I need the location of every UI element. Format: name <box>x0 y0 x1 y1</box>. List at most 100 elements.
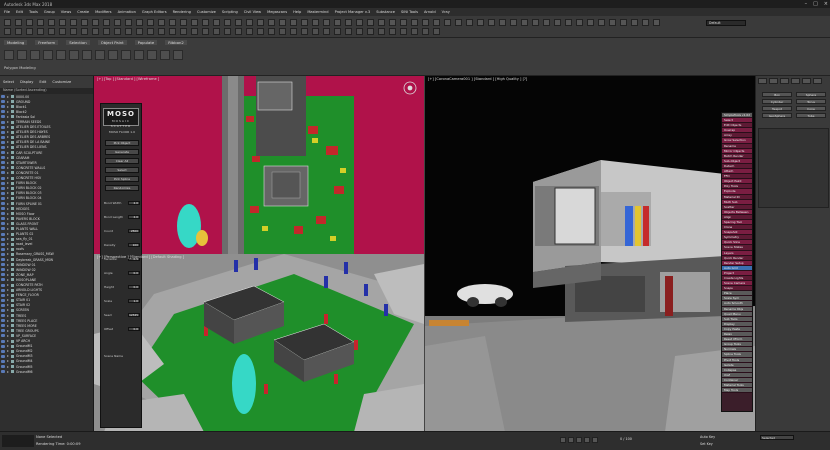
visibility-icon[interactable] <box>1 161 5 165</box>
menu-item[interactable]: Arnold <box>424 10 436 14</box>
visibility-icon[interactable] <box>1 217 5 221</box>
menu-item[interactable]: Tools <box>29 10 38 14</box>
toolbar-button[interactable] <box>356 28 363 35</box>
toolbar-button[interactable] <box>180 19 187 26</box>
expand-icon[interactable] <box>7 299 9 302</box>
moso-param-value[interactable]: 2500 <box>128 228 140 233</box>
viewport-top[interactable]: [+] [Top ] [Standard ] [Wireframe ] <box>94 76 424 254</box>
toolbar-button[interactable] <box>4 28 11 35</box>
toolbar-button[interactable] <box>180 28 187 35</box>
toolbar-button[interactable] <box>609 19 616 26</box>
visibility-icon[interactable] <box>1 308 5 312</box>
toolbar-button[interactable] <box>565 19 572 26</box>
menu-item[interactable]: Modifiers <box>95 10 111 14</box>
expand-icon[interactable] <box>7 243 9 246</box>
command-button[interactable]: Teapot <box>762 106 792 111</box>
menu-item[interactable]: Rendering <box>173 10 191 14</box>
viewport-persp-label[interactable]: [+] [Perspective ] [Standard ] [Default … <box>97 255 184 259</box>
ribbon-button[interactable] <box>95 50 105 60</box>
menu-item[interactable]: File <box>4 10 10 14</box>
menu-item[interactable]: SiNi Tools <box>401 10 418 14</box>
expand-icon[interactable] <box>7 360 9 363</box>
toolbar-button[interactable] <box>202 28 209 35</box>
visibility-icon[interactable] <box>1 110 5 114</box>
visibility-icon[interactable] <box>1 232 5 236</box>
toolbar-button[interactable] <box>323 28 330 35</box>
toolbar-button[interactable] <box>312 19 319 26</box>
menu-item[interactable]: Views <box>61 10 71 14</box>
visibility-icon[interactable] <box>1 339 5 343</box>
visibility-icon[interactable] <box>1 176 5 180</box>
toolbar-button[interactable] <box>598 19 605 26</box>
toolbar-button[interactable] <box>323 19 330 26</box>
toolbar-button[interactable] <box>268 28 275 35</box>
expand-icon[interactable] <box>7 350 9 353</box>
visibility-icon[interactable] <box>1 207 5 211</box>
maximize-icon[interactable]: □ <box>813 0 818 8</box>
expand-icon[interactable] <box>7 202 9 205</box>
visibility-icon[interactable] <box>1 171 5 175</box>
visibility-icon[interactable] <box>1 186 5 190</box>
toolbar-button[interactable] <box>543 19 550 26</box>
toolbar-button[interactable] <box>400 28 407 35</box>
display-icon[interactable] <box>802 78 811 84</box>
expand-icon[interactable] <box>7 278 9 281</box>
visibility-icon[interactable] <box>1 105 5 109</box>
toolbar-button[interactable] <box>345 19 352 26</box>
expand-icon[interactable] <box>7 212 9 215</box>
create-icon[interactable] <box>758 78 767 84</box>
visibility-icon[interactable] <box>1 298 5 302</box>
expand-icon[interactable] <box>7 182 9 185</box>
expand-icon[interactable] <box>7 253 9 256</box>
toolbar-button[interactable] <box>587 19 594 26</box>
play-start-icon[interactable] <box>560 437 566 443</box>
toolbar-button[interactable] <box>48 19 55 26</box>
ribbon-tab[interactable]: Object Paint <box>97 40 127 45</box>
expand-icon[interactable] <box>7 294 9 297</box>
ribbon-tab[interactable]: Modeling <box>4 40 28 45</box>
toolbar-button[interactable] <box>48 28 55 35</box>
expand-icon[interactable] <box>7 319 9 322</box>
menu-item[interactable]: Animation <box>118 10 136 14</box>
menu-item[interactable]: Project Manager v.3 <box>335 10 371 14</box>
menu-item[interactable]: Mastermind <box>307 10 328 14</box>
toolbar-button[interactable] <box>444 19 451 26</box>
ribbon-button[interactable] <box>69 50 79 60</box>
maxscript-listener[interactable] <box>2 435 34 447</box>
expand-icon[interactable] <box>7 284 9 287</box>
ribbon-button[interactable] <box>56 50 66 60</box>
toolbar-button[interactable] <box>433 19 440 26</box>
expand-icon[interactable] <box>7 141 9 144</box>
menu-item[interactable]: Help <box>293 10 301 14</box>
toolbar-button[interactable] <box>389 19 396 26</box>
toolbar-button[interactable] <box>345 28 352 35</box>
expand-icon[interactable] <box>7 248 9 251</box>
ribbon-button[interactable] <box>82 50 92 60</box>
ribbon-button[interactable] <box>4 50 14 60</box>
toolbar-button[interactable] <box>411 28 418 35</box>
toolbar-button[interactable] <box>136 28 143 35</box>
toolbar-button[interactable] <box>15 28 22 35</box>
toolbar-button[interactable] <box>224 19 231 26</box>
visibility-icon[interactable] <box>1 166 5 170</box>
minimize-icon[interactable]: – <box>805 0 808 8</box>
toolbar-button[interactable] <box>642 19 649 26</box>
expand-icon[interactable] <box>7 207 9 210</box>
expand-icon[interactable] <box>7 329 9 332</box>
expand-icon[interactable] <box>7 126 9 129</box>
visibility-icon[interactable] <box>1 191 5 195</box>
visibility-icon[interactable] <box>1 359 5 363</box>
expand-icon[interactable] <box>7 263 9 266</box>
toolbar-button[interactable] <box>466 19 473 26</box>
expand-icon[interactable] <box>7 121 9 124</box>
visibility-icon[interactable] <box>1 263 5 267</box>
toolbar-button[interactable] <box>70 28 77 35</box>
toolbar-button[interactable] <box>620 19 627 26</box>
expand-icon[interactable] <box>7 151 9 154</box>
moso-param-value[interactable]: 2.0 <box>128 200 140 205</box>
toolbar-button[interactable] <box>367 28 374 35</box>
expand-icon[interactable] <box>7 233 9 236</box>
close-icon[interactable]: × <box>824 0 828 8</box>
moso-button[interactable]: Generate <box>105 149 139 155</box>
toolbar-button[interactable] <box>103 19 110 26</box>
